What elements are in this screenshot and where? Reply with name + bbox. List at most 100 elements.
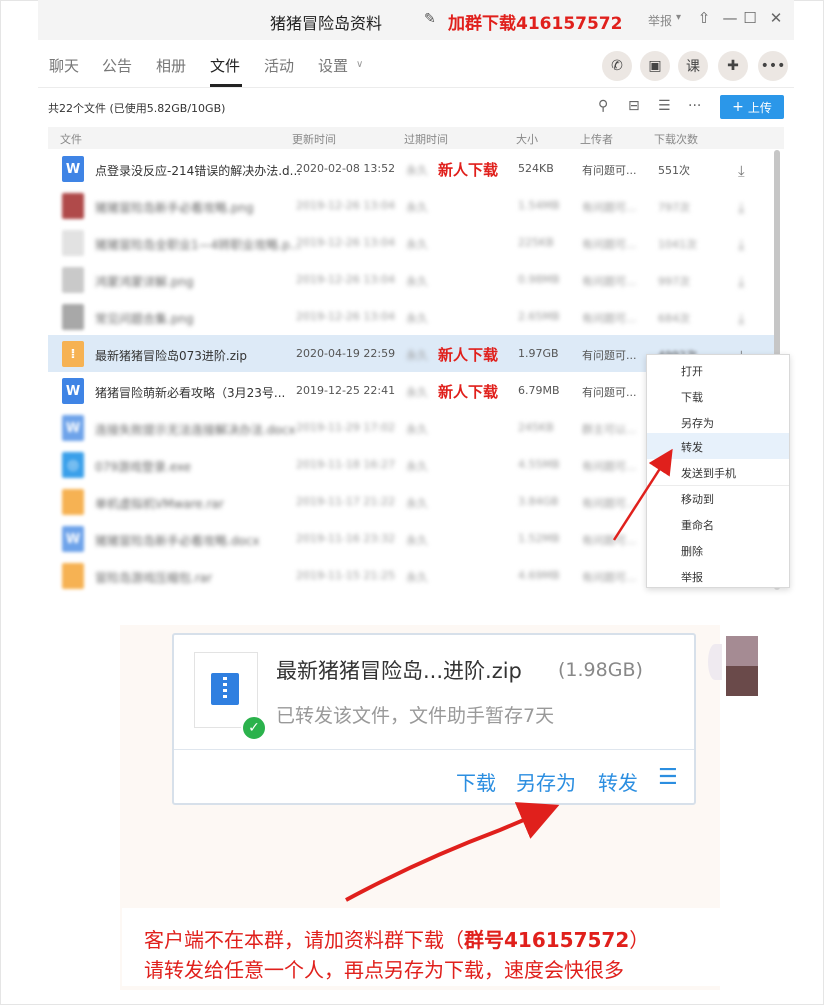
notice-text: ） [629, 928, 650, 952]
group-number: 群号416157572 [464, 928, 630, 952]
hamburger-icon[interactable]: ☰ [658, 765, 678, 790]
tab-announcement[interactable]: 公告 [102, 55, 132, 76]
file-expire: 永久 [406, 571, 428, 584]
word-file-icon: W [62, 378, 84, 404]
file-downloads: 1041次 [658, 238, 697, 251]
card-status-text: 已转发该文件，文件助手暂存7天 [276, 705, 555, 727]
download-icon[interactable]: ⤓ [738, 310, 745, 328]
column-header-downloads[interactable]: 下载次数 [654, 131, 698, 147]
file-size: 245KB [518, 421, 554, 434]
exe-file-icon: ◎ [62, 452, 84, 478]
file-size: 4.69MB [518, 569, 560, 582]
pencil-icon[interactable]: ✎ [424, 11, 436, 27]
file-size: 1.97GB [518, 347, 559, 360]
tab-chat[interactable]: 聊天 [49, 55, 79, 76]
new-user-download-badge: 新人下载 [438, 346, 499, 364]
notice-line-2: 请转发给任意一个人，再点另存为下载，速度会快很多 [144, 958, 624, 982]
file-updated: 2019-11-15 21:25 [296, 569, 396, 582]
tab-activity[interactable]: 活动 [264, 55, 294, 76]
file-downloads: 684次 [658, 312, 690, 325]
menu-item-download[interactable]: 下载 [647, 383, 789, 409]
menu-item-label: 删除 [681, 545, 703, 558]
close-icon[interactable]: ✕ [766, 9, 786, 27]
file-expire: 永久 [406, 312, 428, 325]
more-icon[interactable]: ··· [688, 98, 701, 114]
file-table-header: 文件 更新时间 过期时间 大小 上传者 下载次数 [48, 127, 784, 149]
menu-item-forward[interactable]: 转发 [647, 433, 789, 459]
tab-files[interactable]: 文件 [210, 55, 240, 76]
download-icon[interactable]: ⤓ [738, 273, 745, 291]
file-name: 猪猪冒险岛新手必看攻略.png [95, 201, 254, 215]
file-uploader: 有问题可... [582, 164, 637, 177]
tab-album[interactable]: 相册 [156, 55, 186, 76]
menu-item-send-to-phone[interactable]: 发送到手机 [647, 459, 789, 485]
file-expire: 永久 [406, 460, 428, 473]
menu-item-save-as[interactable]: 另存为 [647, 409, 789, 435]
column-header-uploader[interactable]: 上传者 [580, 131, 613, 147]
maximize-icon[interactable]: ☐ [740, 9, 760, 27]
file-expire: 永久 [406, 349, 428, 362]
upload-label: 上传 [747, 100, 772, 115]
menu-item-rename[interactable]: 重命名 [647, 511, 789, 537]
minimize-icon[interactable]: — [720, 9, 740, 27]
file-name: 猪猪冒险岛全职业1—4转职业攻略.p... [95, 238, 302, 252]
inbox-icon[interactable]: ⊟ [628, 98, 640, 114]
menu-item-label: 移动到 [681, 493, 714, 506]
column-header-file[interactable]: 文件 [60, 131, 82, 147]
file-size: 225KB [518, 236, 554, 249]
file-size: 1.52MB [518, 532, 560, 545]
menu-item-label: 发送到手机 [681, 467, 736, 480]
file-name: 猪猪冒险岛新手必看攻略.docx [95, 534, 260, 548]
message-plus-icon[interactable]: ✚ [718, 51, 748, 81]
checkmark-icon: ✓ [241, 715, 267, 741]
video-call-icon[interactable]: ▣ [640, 51, 670, 81]
file-expire: 永久 [406, 423, 428, 436]
card-download-link[interactable]: 下载 [456, 767, 496, 796]
download-icon[interactable]: ⤓ [738, 162, 745, 180]
file-context-menu: 打开 下载 另存为 转发 发送到手机 移动到 重命名 删除 举报 [646, 354, 790, 588]
menu-item-open[interactable]: 打开 [647, 357, 789, 383]
file-uploader: 有问题可... [582, 386, 637, 399]
avatar[interactable] [726, 636, 758, 696]
file-name: 单机虚拟机VMware.rar [95, 497, 224, 511]
scrollbar-thumb[interactable] [774, 150, 780, 360]
download-icon[interactable]: ⤓ [738, 236, 745, 254]
table-row[interactable]: 鸿蒙鸿蒙详解.png 2019-12-26 13:04 永久 0.98MB 有问… [48, 261, 774, 298]
search-icon[interactable]: ⚲ [598, 98, 608, 114]
upload-button[interactable]: + 上传 [720, 95, 784, 119]
card-forward-link[interactable]: 转发 [598, 767, 638, 796]
table-row[interactable]: W 点登录没反应-214错误的解决办法.d... 2020-02-08 13:5… [48, 150, 774, 187]
menu-item-report[interactable]: 举报 [647, 563, 789, 589]
download-icon[interactable]: ⤓ [738, 199, 745, 217]
file-expire: 永久 [406, 275, 428, 288]
table-row[interactable]: 猪猪冒险岛全职业1—4转职业攻略.p... 2019-12-26 13:04 永… [48, 224, 774, 261]
avatar-edge [708, 644, 722, 680]
table-row[interactable]: 猪猪冒险岛新手必看攻略.png 2019-12-26 13:04 永久 1.54… [48, 187, 774, 224]
table-row[interactable]: 常见问题合集.png 2019-12-26 13:04 永久 2.65MB 有问… [48, 298, 774, 335]
file-updated: 2020-04-19 22:59 [296, 347, 396, 360]
window-title: 猪猪冒险岛资料 [270, 14, 383, 33]
menu-item-delete[interactable]: 删除 [647, 537, 789, 563]
phone-icon[interactable]: ✆ [602, 51, 632, 81]
file-uploader: 有问题可... [582, 312, 637, 325]
card-save-as-link[interactable]: 另存为 [516, 767, 576, 796]
column-header-size[interactable]: 大小 [516, 131, 538, 147]
column-header-updated[interactable]: 更新时间 [292, 131, 336, 147]
menu-item-move-to[interactable]: 移动到 [647, 485, 789, 511]
report-button[interactable]: 举报 [648, 12, 672, 29]
more-icon[interactable]: ••• [758, 51, 788, 81]
file-size: 6.79MB [518, 384, 560, 397]
card-file-name: 最新猪猪冒险岛...进阶.zip [276, 659, 522, 683]
file-size: 524KB [518, 162, 554, 175]
file-updated: 2019-12-26 13:04 [296, 236, 396, 249]
classroom-icon[interactable]: 课 [678, 51, 708, 81]
column-header-expire[interactable]: 过期时间 [404, 131, 448, 147]
file-expire: 永久 [406, 534, 428, 547]
file-uploader: 有问题可... [582, 497, 637, 510]
file-expire: 永久 [406, 497, 428, 510]
pin-icon[interactable]: ⇧ [694, 9, 714, 27]
chevron-down-icon: ∨ [356, 59, 364, 70]
tab-settings[interactable]: 设置 [318, 55, 348, 76]
file-updated: 2020-02-08 13:52 [296, 162, 396, 175]
list-view-icon[interactable]: ☰ [658, 98, 671, 114]
